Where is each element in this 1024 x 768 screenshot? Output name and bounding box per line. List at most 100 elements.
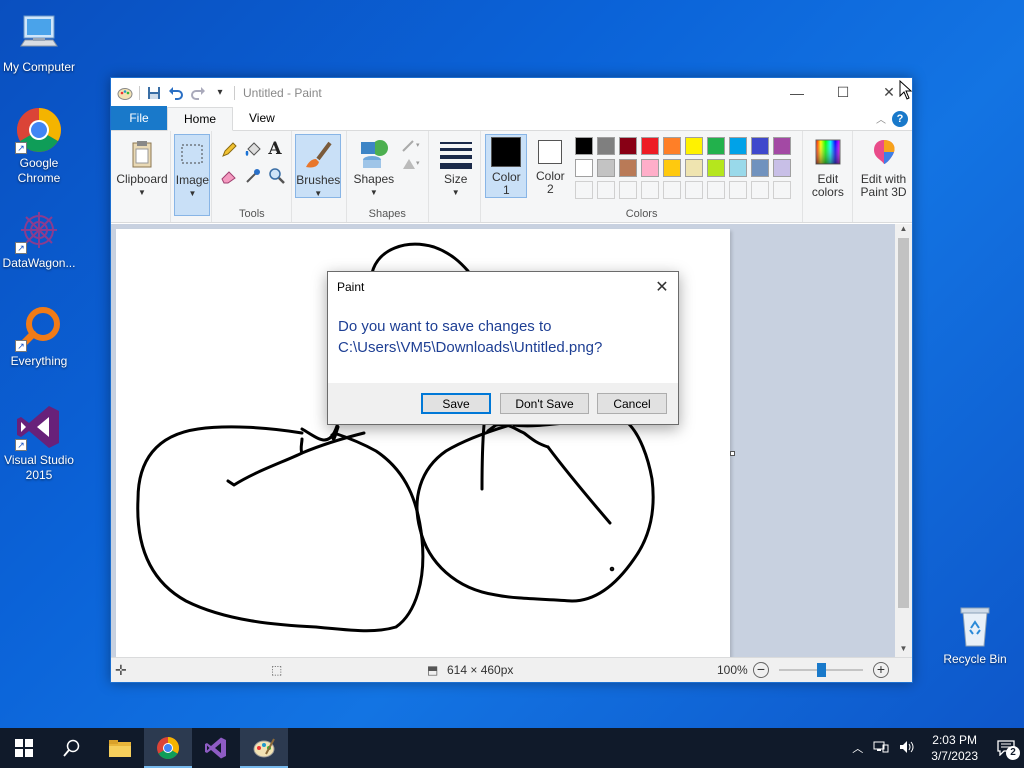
color1-button[interactable]: Color 1 [485,134,528,198]
taskbar-file-explorer[interactable] [96,728,144,768]
color2-button[interactable]: Color 2 [529,134,571,198]
color-swatch[interactable] [575,137,594,155]
brushes-group: Brushes ▼ [292,131,347,222]
pencil-icon[interactable] [220,141,238,159]
minimize-button[interactable]: — [774,78,820,107]
zoom-slider-thumb[interactable] [817,663,826,677]
desktop-icon-google-chrome[interactable]: ↗ Google Chrome [0,106,78,186]
clock[interactable]: 2:03 PM 3/7/2023 [921,732,988,764]
save-icon[interactable] [146,85,162,101]
desktop-icon-everything[interactable]: ↗ Everything [0,304,78,369]
dropdown-arrow-icon: ▼ [314,189,323,198]
color-swatch[interactable] [685,159,704,177]
edit-colors-button[interactable]: Edit colors [805,134,851,199]
dont-save-button[interactable]: Don't Save [500,393,589,414]
desktop-icon-my-computer[interactable]: My Computer [0,10,78,75]
quick-access-toolbar: ▾ [117,85,235,101]
image-button[interactable]: Image ▼ [174,134,211,216]
zoom-level-text: 100% [717,663,748,677]
text-icon[interactable]: A [268,139,286,159]
volume-icon[interactable] [893,740,921,757]
tab-view[interactable]: View [233,106,291,130]
magnifier-icon[interactable] [268,167,286,185]
color-swatch[interactable] [619,159,638,177]
zoom-out-button[interactable]: − [753,662,769,678]
taskbar-visual-studio[interactable] [192,728,240,768]
shapes-button[interactable]: Shapes ▼ [351,134,397,198]
start-button[interactable] [0,728,48,768]
scroll-up-icon[interactable]: ▲ [895,224,912,237]
color-swatch[interactable] [751,137,770,155]
edit-with-paint3d-button[interactable]: Edit with Paint 3D [855,134,913,199]
taskbar-paint[interactable] [240,728,288,768]
help-icon[interactable]: ? [892,111,908,127]
clock-time: 2:03 PM [932,733,977,747]
color-swatch[interactable] [575,159,594,177]
customize-qa-icon[interactable]: ▾ [212,85,228,101]
collapse-ribbon-icon[interactable]: ︿ [876,111,886,126]
shortcut-arrow-icon: ↗ [15,242,27,254]
custom-color-slot[interactable] [663,181,682,199]
color-swatch[interactable] [597,159,616,177]
fill-icon[interactable] [244,141,262,159]
network-icon[interactable] [869,740,893,757]
size-button[interactable]: Size ▼ [434,134,478,198]
shapes-button-label: Shapes [353,172,395,186]
color-swatch[interactable] [707,137,726,155]
desktop-icon-recycle-bin[interactable]: Recycle Bin [936,602,1014,667]
brushes-button[interactable]: Brushes ▼ [295,134,342,198]
scrollbar-thumb[interactable] [898,238,909,608]
color-swatch[interactable] [729,137,748,155]
color-picker-icon[interactable] [244,167,262,185]
vertical-scrollbar[interactable]: ▲ ▼ [895,224,912,657]
scroll-down-icon[interactable]: ▼ [895,644,912,657]
search-button[interactable] [48,728,96,768]
custom-color-slot[interactable] [751,181,770,199]
custom-color-slot[interactable] [773,181,792,199]
eraser-icon[interactable] [220,167,238,185]
tab-file[interactable]: File [111,106,167,130]
color-swatch[interactable] [773,159,792,177]
save-button[interactable]: Save [421,393,491,414]
custom-color-slot[interactable] [729,181,748,199]
line-size-icon [439,138,472,170]
show-hidden-icons-chevron-icon[interactable]: ︿ [846,740,869,756]
dialog-close-button[interactable]: ✕ [646,272,678,302]
desktop-icon-visual-studio[interactable]: ↗ Visual Studio 2015 [0,403,78,483]
image-size-text: 614 × 460px [447,663,514,677]
clipboard-button[interactable]: Clipboard ▼ [114,134,170,204]
color-swatch[interactable] [773,137,792,155]
cancel-button[interactable]: Cancel [597,393,667,414]
color-swatch[interactable] [641,137,660,155]
color-swatch[interactable] [663,137,682,155]
maximize-button[interactable]: ☐ [820,78,866,107]
custom-color-slot[interactable] [641,181,660,199]
redo-icon[interactable] [190,85,206,101]
taskbar-chrome[interactable] [144,728,192,768]
outline-icon[interactable]: ▾ [401,139,425,153]
color-swatch[interactable] [729,159,748,177]
colors-group: Color 1 Color 2 Colors [481,131,803,222]
custom-color-slot[interactable] [685,181,704,199]
action-center-button[interactable]: 2 [988,728,1024,768]
color-swatch[interactable] [751,159,770,177]
window-title: Untitled - Paint [243,85,322,100]
custom-color-slot[interactable] [707,181,726,199]
color-swatch[interactable] [707,159,726,177]
fill-shape-icon[interactable]: ▾ [401,157,425,171]
zoom-in-button[interactable]: + [873,662,889,678]
color-swatch[interactable] [685,137,704,155]
color-swatch[interactable] [663,159,682,177]
color-swatch[interactable] [619,137,638,155]
custom-color-slot[interactable] [575,181,594,199]
color-swatch[interactable] [597,137,616,155]
selection-size-icon: ⬚ [271,663,283,677]
custom-color-slot[interactable] [619,181,638,199]
image-label: Image [175,173,210,187]
color-swatch[interactable] [641,159,660,177]
undo-icon[interactable] [168,85,184,101]
desktop-icon-datawagon[interactable]: ↗ DataWagon... [0,206,78,271]
canvas-resize-handle[interactable] [730,451,735,456]
custom-color-slot[interactable] [597,181,616,199]
tab-home[interactable]: Home [167,107,234,131]
